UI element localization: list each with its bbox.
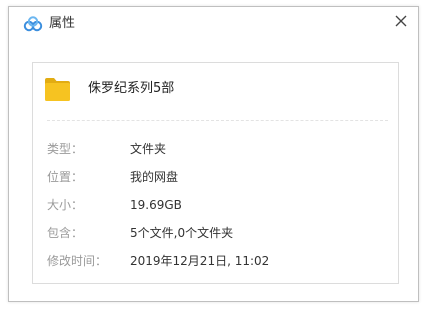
- window-title: 属性: [49, 16, 76, 31]
- contains-value: 5个文件,0个文件夹: [130, 226, 234, 240]
- close-icon: [395, 15, 407, 27]
- properties-panel: 侏罗纪系列5部 类型： 文件夹 位置： 我的网盘 大小： 19.69GB 包含：…: [32, 62, 399, 284]
- folder-icon: [44, 77, 71, 102]
- type-label: 类型：: [47, 142, 84, 156]
- location-label: 位置：: [47, 170, 84, 184]
- title-bar: 属性: [9, 7, 418, 41]
- property-row-modified: 修改时间： 2019年12月21日, 11:02: [47, 253, 387, 271]
- property-row-size: 大小： 19.69GB: [47, 197, 387, 215]
- properties-dialog: 属性 侏罗纪系列5部 类型： 文件夹 位置： 我的网盘 大小： 19.69GB …: [8, 6, 419, 302]
- divider: [47, 120, 388, 121]
- size-value: 19.69GB: [130, 198, 182, 212]
- cloud-app-icon: [23, 16, 43, 32]
- location-value: 我的网盘: [130, 170, 179, 184]
- type-value: 文件夹: [130, 142, 167, 156]
- contains-label: 包含：: [47, 226, 84, 240]
- modified-label: 修改时间：: [47, 254, 108, 268]
- close-button[interactable]: [390, 10, 412, 32]
- property-row-type: 类型： 文件夹: [47, 141, 387, 159]
- size-label: 大小：: [47, 198, 84, 212]
- property-row-contains: 包含： 5个文件,0个文件夹: [47, 225, 387, 243]
- file-name: 侏罗纪系列5部: [88, 81, 175, 96]
- modified-value: 2019年12月21日, 11:02: [130, 254, 270, 268]
- property-row-location: 位置： 我的网盘: [47, 169, 387, 187]
